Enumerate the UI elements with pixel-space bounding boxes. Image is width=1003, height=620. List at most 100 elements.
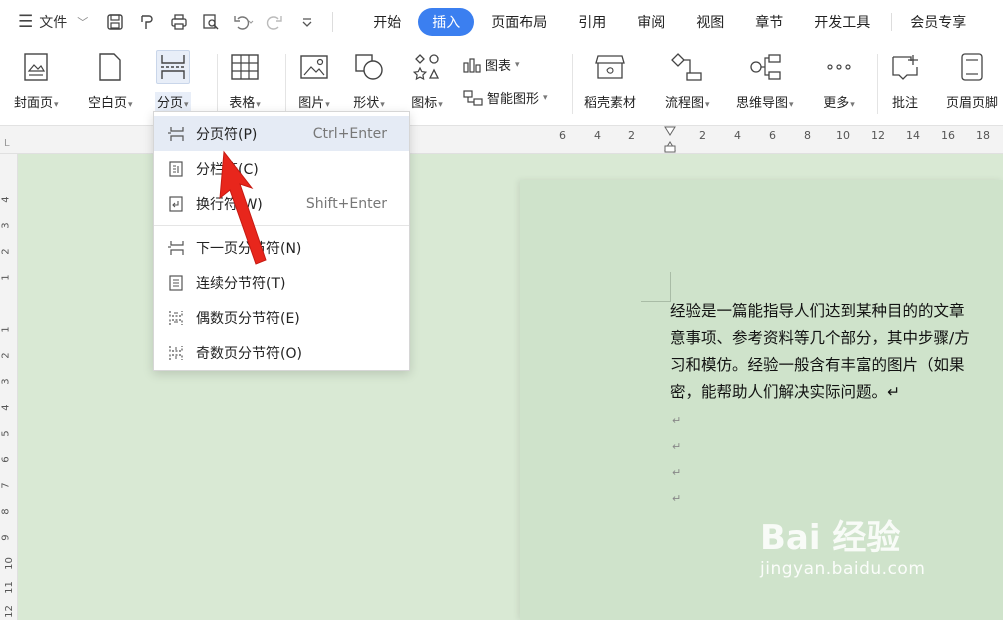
print-icon[interactable] bbox=[168, 11, 190, 33]
title-bar: ☰ 文件 ﹀ 开始 插入 页面布局 引用 审阅 视图 章节 开发工具 会员专享 bbox=[0, 0, 1003, 44]
shape-icon bbox=[352, 50, 386, 84]
header-footer-icon bbox=[955, 50, 989, 84]
menu-item-continuous-section[interactable]: 连续分节符(T) bbox=[154, 265, 409, 300]
page-break-icon bbox=[155, 50, 190, 84]
menu-item-label: 连续分节符(T) bbox=[196, 275, 286, 292]
ribbon-divider bbox=[572, 54, 573, 114]
flowchart-icon bbox=[670, 50, 704, 84]
picture-button[interactable]: 图片▾ bbox=[297, 50, 331, 111]
redo-icon[interactable] bbox=[264, 11, 286, 33]
tab-page-layout[interactable]: 页面布局 bbox=[477, 8, 561, 36]
red-arrow-annotation bbox=[219, 150, 267, 265]
ruler-tick: 3 bbox=[0, 378, 12, 385]
indent-marker[interactable] bbox=[663, 126, 677, 153]
undo-icon[interactable] bbox=[232, 11, 254, 33]
comment-label: 批注 bbox=[891, 96, 918, 111]
chart-label: 图表 bbox=[485, 59, 512, 74]
tab-member[interactable]: 会员专享 bbox=[896, 8, 980, 36]
tab-developer[interactable]: 开发工具 bbox=[800, 8, 884, 36]
tab-view[interactable]: 视图 bbox=[682, 8, 738, 36]
more-label: 更多 bbox=[823, 96, 850, 111]
vertical-ruler[interactable]: 4 3 2 1 1 2 3 4 5 6 7 8 9 10 11 12 bbox=[0, 154, 18, 620]
tab-references[interactable]: 引用 bbox=[564, 8, 620, 36]
next-page-section-icon bbox=[166, 238, 186, 258]
ruler-tick: 7 bbox=[0, 482, 12, 489]
comment-button[interactable]: 批注 bbox=[888, 50, 922, 111]
text-line: 密，能帮助人们解决实际问题。↵ bbox=[670, 383, 900, 401]
baidu-logo: Bai 经验 bbox=[760, 518, 901, 558]
header-footer-button[interactable]: 页眉页脚 bbox=[946, 50, 998, 111]
ruler-tick: 12 bbox=[3, 605, 15, 618]
smart-art-button[interactable]: 智能图形 ▾ bbox=[463, 88, 548, 107]
flowchart-label: 流程图 bbox=[665, 96, 705, 111]
document-text[interactable]: 经验是一篇能指导人们达到某种目的的文章 意事项、参考资料等几个部分，其中步骤/方… bbox=[670, 298, 1003, 406]
page-break-button[interactable]: 分页▾ bbox=[155, 50, 191, 111]
menu-item-label: 奇数页分节符(O) bbox=[196, 345, 302, 362]
tab-home[interactable]: 开始 bbox=[359, 8, 415, 36]
menu-item-next-page-section[interactable]: 下一页分节符(N) bbox=[154, 230, 409, 265]
ruler-tick: 3 bbox=[0, 222, 12, 229]
menu-item-line-break[interactable]: 换行符(W) Shift+Enter bbox=[154, 186, 409, 221]
more-button[interactable]: 更多▾ bbox=[822, 50, 856, 111]
ruler-tick: 2 bbox=[699, 129, 706, 142]
ruler-tick: 2 bbox=[628, 129, 635, 142]
menu-item-odd-page-section[interactable]: 奇数页分节符(O) bbox=[154, 335, 409, 370]
file-menu-label: 文件 bbox=[39, 15, 68, 31]
docer-material-button[interactable]: 稻壳素材 bbox=[584, 50, 636, 111]
hamburger-icon: ☰ bbox=[18, 12, 34, 32]
cover-page-label: 封面页 bbox=[14, 96, 54, 111]
cover-page-button[interactable]: 封面页▾ bbox=[14, 50, 59, 111]
menu-item-even-page-section[interactable]: 偶数页分节符(E) bbox=[154, 300, 409, 335]
smart-art-icon bbox=[463, 89, 483, 106]
print-preview-icon[interactable] bbox=[200, 11, 222, 33]
docer-material-label: 稻壳素材 bbox=[584, 96, 637, 111]
tab-insert[interactable]: 插入 bbox=[418, 8, 475, 36]
ruler-tick: 18 bbox=[976, 129, 990, 142]
ribbon-tabs: 开始 插入 页面布局 引用 审阅 视图 章节 开发工具 会员专享 bbox=[359, 0, 983, 44]
menu-item-label: 分页符(P) bbox=[196, 126, 258, 143]
blank-page-button[interactable]: 空白页▾ bbox=[88, 50, 133, 111]
customize-toolbar-icon[interactable] bbox=[296, 11, 318, 33]
ruler-tick: 6 bbox=[559, 129, 566, 142]
picture-icon bbox=[297, 50, 331, 84]
mind-map-icon bbox=[748, 50, 782, 84]
tab-section[interactable]: 章节 bbox=[741, 8, 797, 36]
flowchart-button[interactable]: 流程图▾ bbox=[665, 50, 710, 111]
ruler-tick: 11 bbox=[3, 581, 15, 594]
ruler-tick: 5 bbox=[0, 430, 12, 437]
column-break-icon bbox=[166, 159, 186, 179]
comment-icon bbox=[888, 50, 922, 84]
icons-button[interactable]: 图标▾ bbox=[410, 50, 444, 111]
save-icon[interactable] bbox=[104, 11, 126, 33]
watermark-url: jingyan.baidu.com bbox=[760, 559, 926, 579]
table-icon bbox=[228, 50, 262, 84]
blank-page-icon bbox=[93, 50, 127, 84]
ribbon-divider bbox=[285, 54, 286, 114]
blank-page-label: 空白页 bbox=[88, 96, 128, 111]
ruler-tick: 4 bbox=[0, 404, 12, 411]
tab-review[interactable]: 审阅 bbox=[623, 8, 679, 36]
menu-item-page-break[interactable]: 分页符(P) Ctrl+Enter bbox=[154, 116, 409, 151]
page-break-label: 分页 bbox=[157, 96, 184, 111]
format-painter-icon[interactable] bbox=[136, 11, 158, 33]
mind-map-button[interactable]: 思维导图▾ bbox=[736, 50, 794, 111]
tab-stop-selector[interactable]: L bbox=[4, 138, 10, 149]
ruler-tick: 4 bbox=[734, 129, 741, 142]
horizontal-ruler[interactable]: L 6 4 2 2 4 6 8 10 12 14 16 18 bbox=[0, 126, 1003, 154]
paragraph-mark: ↵ bbox=[672, 492, 682, 505]
chart-button[interactable]: 图表 ▾ bbox=[463, 55, 520, 74]
file-menu-button[interactable]: ☰ 文件 ﹀ bbox=[0, 0, 88, 44]
shape-button[interactable]: 形状▾ bbox=[352, 50, 386, 111]
mind-map-label: 思维导图 bbox=[736, 96, 789, 111]
menu-item-label: 偶数页分节符(E) bbox=[196, 310, 300, 327]
quick-access-toolbar bbox=[104, 0, 337, 44]
table-button[interactable]: 表格▾ bbox=[228, 50, 262, 111]
ruler-tick: 10 bbox=[3, 557, 15, 570]
store-icon bbox=[593, 50, 627, 84]
menu-item-column-break[interactable]: 分栏符(C) bbox=[154, 151, 409, 186]
ruler-tick: 1 bbox=[0, 326, 12, 333]
more-icon bbox=[822, 50, 856, 84]
page-break-icon bbox=[166, 124, 186, 144]
ruler-tick: 16 bbox=[941, 129, 955, 142]
ruler-tick: 12 bbox=[871, 129, 885, 142]
